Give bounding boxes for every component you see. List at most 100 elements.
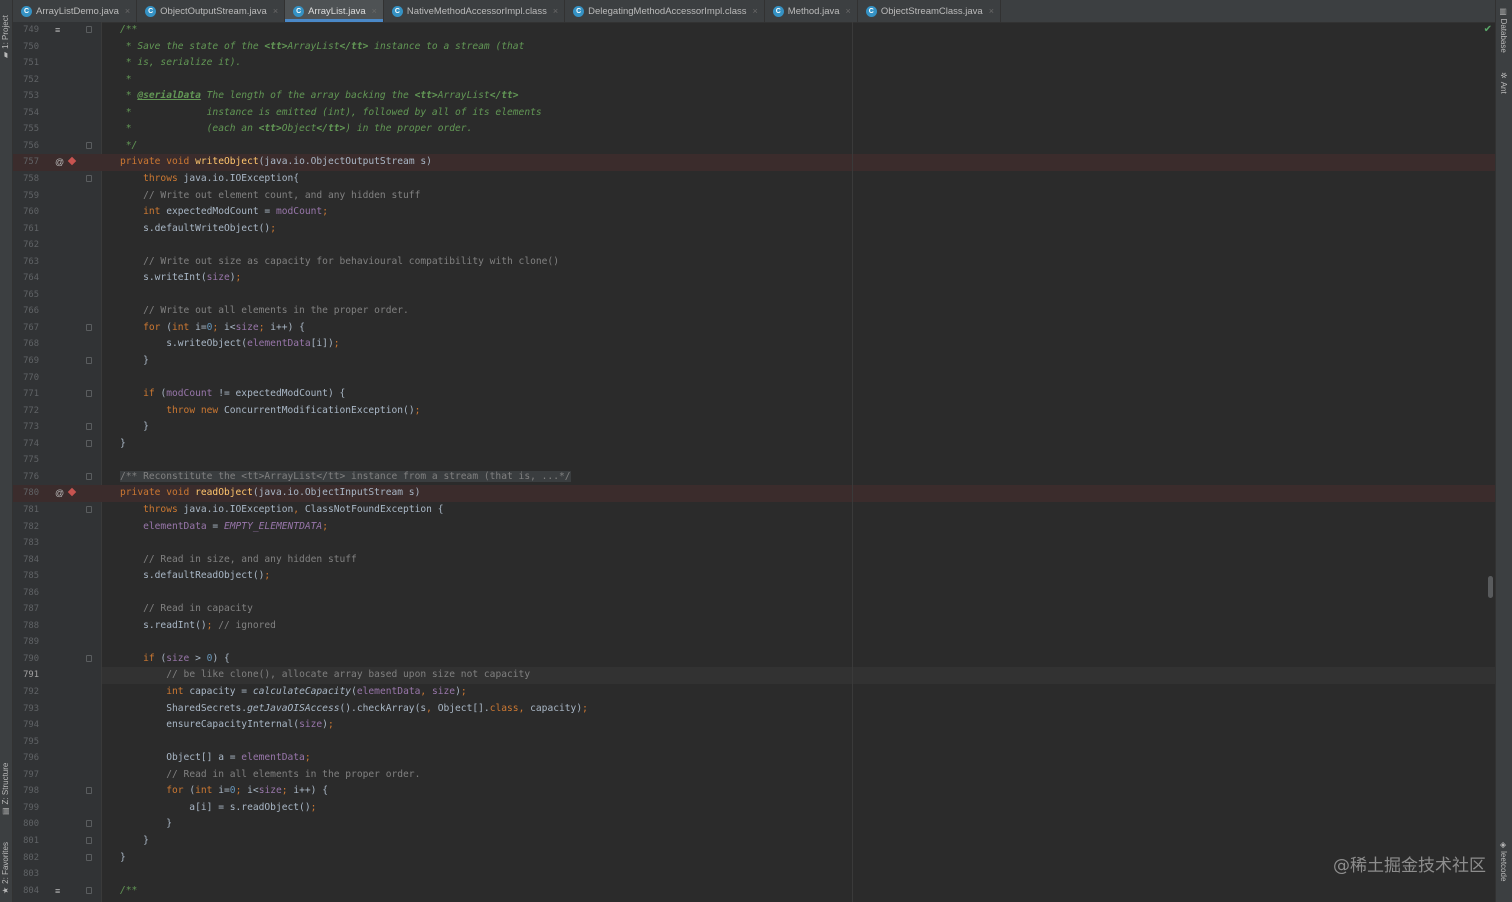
code-text[interactable]: }	[120, 850, 126, 867]
code-text[interactable]: }	[120, 816, 172, 833]
code-text[interactable]: int capacity = calculateCapacity(element…	[120, 684, 466, 701]
line-number[interactable]: 775	[13, 452, 39, 469]
code-line[interactable]: 757 @ private void writeObject(java.io.Obj…	[13, 154, 1495, 171]
code-line[interactable]: 764 s.writeInt(size);	[13, 270, 1495, 287]
code-line[interactable]: 803	[13, 866, 1495, 883]
line-number[interactable]: 791	[13, 667, 39, 684]
favorites-tool-tab[interactable]: ★2: Favorites	[1, 842, 10, 894]
line-number[interactable]: 786	[13, 585, 39, 602]
code-text[interactable]: }	[120, 419, 149, 436]
code-text[interactable]: /**	[120, 22, 137, 39]
code-text[interactable]: // Write out size as capacity for behavi…	[120, 254, 559, 271]
code-line[interactable]: 768 s.writeObject(elementData[i]);	[13, 336, 1495, 353]
line-number[interactable]: 753	[13, 88, 39, 105]
code-line[interactable]: 759 // Write out element count, and any …	[13, 188, 1495, 205]
close-icon[interactable]: ×	[753, 6, 758, 16]
fold-toggle-icon[interactable]	[86, 357, 92, 364]
fold-toggle-icon[interactable]	[86, 654, 92, 662]
code-text[interactable]: */	[120, 138, 138, 155]
code-line[interactable]: 752 *	[13, 72, 1495, 89]
code-text[interactable]: ensureCapacityInternal(size);	[120, 717, 334, 734]
inspection-ok-icon[interactable]: ✔	[1484, 24, 1492, 35]
code-line[interactable]: 749 ≡ /**	[13, 22, 1495, 39]
line-number[interactable]: 766	[13, 303, 39, 320]
code-line[interactable]: 772 throw new ConcurrentModificationExce…	[13, 403, 1495, 420]
code-text[interactable]: *	[120, 72, 132, 89]
implements-marker-icon[interactable]: @	[55, 157, 64, 167]
line-number[interactable]: 769	[13, 353, 39, 370]
line-number[interactable]: 796	[13, 750, 39, 767]
code-line[interactable]: 791 // be like clone(), allocate array b…	[13, 667, 1495, 684]
line-number[interactable]: 794	[13, 717, 39, 734]
editor-tab[interactable]: C NativeMethodAccessorImpl.class ×	[384, 0, 566, 22]
code-line[interactable]: 758 throws java.io.IOException{	[13, 171, 1495, 188]
fold-toggle-icon[interactable]	[86, 505, 92, 513]
line-number[interactable]: 752	[13, 72, 39, 89]
code-text[interactable]: s.defaultWriteObject();	[120, 221, 276, 238]
code-line[interactable]: 792 int capacity = calculateCapacity(ele…	[13, 684, 1495, 701]
code-line[interactable]: 766 // Write out all elements in the pro…	[13, 303, 1495, 320]
editor-scrollbar[interactable]	[1488, 576, 1493, 598]
code-text[interactable]: }	[120, 833, 149, 850]
close-icon[interactable]: ×	[553, 6, 558, 16]
editor-tab[interactable]: C DelegatingMethodAccessorImpl.class ×	[565, 0, 765, 22]
editor-tab[interactable]: C ObjectStreamClass.java ×	[858, 0, 1001, 22]
line-number[interactable]: 788	[13, 618, 39, 635]
close-icon[interactable]: ×	[273, 6, 278, 16]
line-number[interactable]: 765	[13, 287, 39, 304]
fold-toggle-icon[interactable]	[86, 820, 92, 828]
line-number[interactable]: 795	[13, 734, 39, 751]
line-number[interactable]: 789	[13, 634, 39, 651]
line-number[interactable]: 780	[13, 485, 39, 502]
line-number[interactable]: 797	[13, 767, 39, 784]
code-line[interactable]: 776 /** Reconstitute the <tt>ArrayList</t…	[13, 469, 1495, 486]
code-line[interactable]: 800 }	[13, 816, 1495, 833]
code-text[interactable]: SharedSecrets.getJavaOISAccess().checkAr…	[120, 701, 588, 718]
line-number[interactable]: 763	[13, 254, 39, 271]
fold-toggle-icon[interactable]	[86, 141, 92, 149]
line-number[interactable]: 755	[13, 121, 39, 138]
code-line[interactable]: 761 s.defaultWriteObject();	[13, 221, 1495, 238]
code-text[interactable]: * (each an <tt>Object</tt>) in the prope…	[120, 121, 473, 138]
code-text[interactable]: }	[120, 353, 149, 370]
code-text[interactable]: * Save the state of the <tt>ArrayList</t…	[120, 39, 525, 56]
code-line[interactable]: 799 a[i] = s.readObject();	[13, 800, 1495, 817]
line-number[interactable]: 804	[13, 883, 39, 900]
code-text[interactable]: * @serialData The length of the array ba…	[120, 88, 519, 105]
code-line[interactable]: 781 throws java.io.IOException, ClassNot…	[13, 502, 1495, 519]
fold-toggle-icon[interactable]	[86, 323, 92, 331]
line-number[interactable]: 773	[13, 419, 39, 436]
code-text[interactable]: // be like clone(), allocate array based…	[120, 667, 530, 684]
code-line[interactable]: 784 // Read in size, and any hidden stuf…	[13, 552, 1495, 569]
close-icon[interactable]: ×	[846, 6, 851, 16]
line-number[interactable]: 774	[13, 436, 39, 453]
code-text[interactable]: /**	[120, 883, 137, 900]
code-line[interactable]: 750 * Save the state of the <tt>ArrayLis…	[13, 39, 1495, 56]
line-number[interactable]: 781	[13, 502, 39, 519]
ant-tool-tab[interactable]: ✲Ant	[1499, 72, 1508, 94]
line-number[interactable]: 782	[13, 519, 39, 536]
code-line[interactable]: 774}	[13, 436, 1495, 453]
code-text[interactable]: s.defaultReadObject();	[120, 568, 270, 585]
fold-toggle-icon[interactable]	[86, 472, 92, 480]
code-text[interactable]: private void writeObject(java.io.ObjectO…	[120, 154, 432, 171]
code-line[interactable]: 790 if (size > 0) {	[13, 651, 1495, 668]
line-number[interactable]: 754	[13, 105, 39, 122]
code-line[interactable]: 756 */	[13, 138, 1495, 155]
fold-toggle-icon[interactable]	[86, 853, 92, 861]
line-number[interactable]: 792	[13, 684, 39, 701]
code-text[interactable]: Object[] a = elementData;	[120, 750, 310, 767]
line-number[interactable]: 749	[13, 22, 39, 39]
line-number[interactable]: 762	[13, 237, 39, 254]
close-icon[interactable]: ×	[125, 6, 130, 16]
code-line[interactable]: 801 }	[13, 833, 1495, 850]
code-line[interactable]: 769 }	[13, 353, 1495, 370]
line-number[interactable]: 793	[13, 701, 39, 718]
code-line[interactable]: 794 ensureCapacityInternal(size);	[13, 717, 1495, 734]
close-icon[interactable]: ×	[372, 6, 377, 16]
method-breakpoint-icon[interactable]	[67, 157, 77, 166]
code-text[interactable]: throws java.io.IOException{	[120, 171, 299, 188]
structure-tool-tab[interactable]: ▤Z: Structure	[1, 763, 10, 815]
code-text[interactable]: elementData = EMPTY_ELEMENTDATA;	[120, 519, 328, 536]
code-line[interactable]: 767 for (int i=0; i<size; i++) {	[13, 320, 1495, 337]
